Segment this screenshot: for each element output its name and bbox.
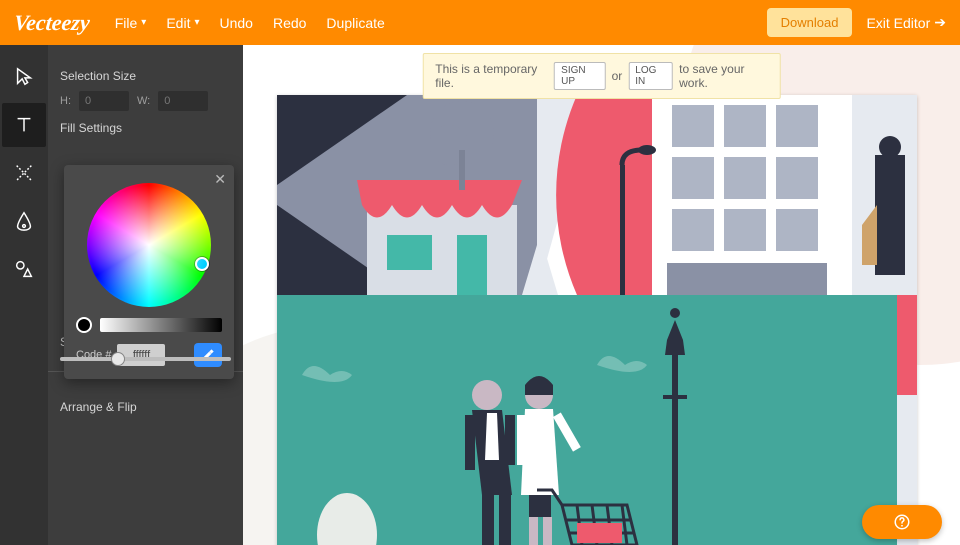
close-icon[interactable]: ✕ <box>214 171 226 188</box>
menu-duplicate[interactable]: Duplicate <box>326 15 384 31</box>
tool-text[interactable] <box>2 103 46 147</box>
tool-shapes[interactable] <box>2 247 46 291</box>
tool-pen[interactable] <box>2 199 46 243</box>
exit-editor-label: Exit Editor <box>866 15 930 31</box>
exit-editor-button[interactable]: Exit Editor ➔ <box>866 14 946 31</box>
signup-button[interactable]: SIGN UP <box>554 62 605 90</box>
tool-select[interactable] <box>2 55 46 99</box>
canvas-area: This is a temporary file. SIGN UP or LOG… <box>243 45 960 545</box>
menu-file-label: File <box>115 15 138 31</box>
artwork-illustration <box>277 95 917 545</box>
width-input[interactable] <box>158 91 208 111</box>
menu-file[interactable]: File ▾ <box>115 15 147 31</box>
hex-code-input[interactable] <box>117 344 165 366</box>
brand-logo: Vecteezy <box>13 10 91 36</box>
menu-redo[interactable]: Redo <box>273 15 306 31</box>
fill-settings-popover: ✕ Code # <box>64 165 234 379</box>
help-icon <box>893 513 911 531</box>
topbar: Vecteezy File ▾ Edit ▾ Undo Redo Duplica… <box>0 0 960 45</box>
artboard[interactable] <box>277 95 917 545</box>
arrow-right-icon: ➔ <box>934 14 946 31</box>
eyedropper-button[interactable] <box>194 343 222 367</box>
selection-size-title: Selection Size <box>60 69 231 83</box>
properties-panel: Selection Size H: W: Fill Settings ✕ Cod… <box>48 45 243 545</box>
width-label: W: <box>137 95 150 107</box>
brightness-preview <box>76 317 92 333</box>
top-menu: File ▾ Edit ▾ Undo Redo Duplicate <box>115 15 385 31</box>
menu-undo[interactable]: Undo <box>219 15 252 31</box>
chevron-down-icon: ▾ <box>141 17 146 28</box>
stroke-size-slider[interactable] <box>60 357 231 361</box>
height-input[interactable] <box>79 91 129 111</box>
brightness-slider[interactable] <box>100 318 222 332</box>
notice-text-post: to save your work. <box>679 62 768 90</box>
chevron-down-icon: ▾ <box>194 17 199 28</box>
download-button[interactable]: Download <box>767 8 853 37</box>
temp-file-notice: This is a temporary file. SIGN UP or LOG… <box>422 53 781 99</box>
help-button[interactable] <box>862 505 942 539</box>
menu-edit[interactable]: Edit ▾ <box>166 15 199 31</box>
color-wheel[interactable] <box>87 183 211 307</box>
login-button[interactable]: LOG IN <box>628 62 673 90</box>
notice-text-or: or <box>612 69 623 83</box>
height-label: H: <box>60 95 71 107</box>
notice-text-pre: This is a temporary file. <box>435 62 548 90</box>
menu-edit-label: Edit <box>166 15 190 31</box>
tool-rail <box>0 45 48 545</box>
color-wheel-handle[interactable] <box>195 257 209 271</box>
tool-crop[interactable] <box>2 151 46 195</box>
arrange-flip-title: Arrange & Flip <box>60 400 231 414</box>
fill-settings-title: Fill Settings <box>60 121 231 135</box>
